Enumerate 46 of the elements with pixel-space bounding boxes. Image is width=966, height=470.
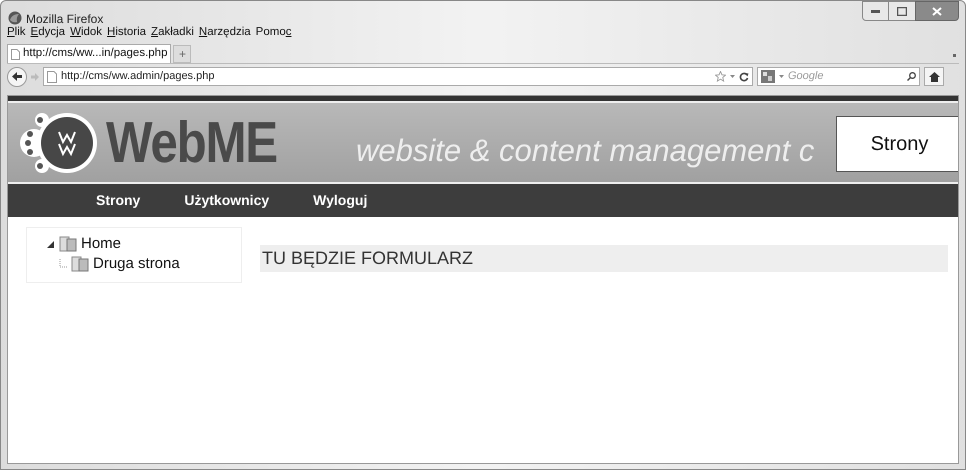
new-tab-button[interactable]: + bbox=[173, 45, 192, 63]
window-title: Mozilla Firefox bbox=[26, 11, 104, 26]
reload-icon[interactable] bbox=[739, 72, 749, 82]
address-text: http://cms/ww.admin/pages.php bbox=[61, 69, 214, 84]
tree-item[interactable]: Home bbox=[81, 232, 122, 256]
tree-item[interactable]: Druga strona bbox=[93, 252, 180, 276]
address-bar[interactable]: http://cms/ww.admin/pages.php bbox=[43, 67, 753, 86]
browser-logo-icon bbox=[8, 11, 22, 25]
page-icon bbox=[47, 70, 57, 82]
home-icon bbox=[928, 72, 940, 82]
menu-item[interactable]: Edycja bbox=[30, 24, 66, 42]
close-button[interactable] bbox=[915, 1, 959, 21]
home-button[interactable] bbox=[924, 67, 944, 86]
tree-connector-icon bbox=[59, 259, 67, 269]
page-title-badge: Strony bbox=[836, 116, 958, 172]
minimize-icon bbox=[871, 10, 880, 12]
menu-item[interactable]: Plik bbox=[7, 24, 26, 42]
nav-link[interactable]: Wyloguj bbox=[313, 190, 368, 211]
page-folder-icon bbox=[59, 236, 77, 252]
back-arrow-icon bbox=[12, 72, 22, 81]
menu-item[interactable]: Narzędzia bbox=[198, 24, 251, 42]
nav-link[interactable]: Użytkownicy bbox=[184, 190, 270, 211]
minimize-button[interactable] bbox=[862, 1, 889, 21]
menu-item[interactable]: Historia bbox=[107, 24, 146, 42]
nav-link[interactable]: Strony bbox=[96, 190, 140, 211]
bookmark-star-icon[interactable] bbox=[715, 71, 726, 82]
menu-item[interactable]: Widok bbox=[70, 24, 102, 42]
menu-item[interactable]: Zakładki bbox=[151, 24, 194, 42]
dropdown-icon[interactable] bbox=[730, 75, 735, 78]
dropdown-icon[interactable] bbox=[779, 75, 784, 78]
search-field[interactable]: Google bbox=[788, 68, 898, 85]
page-icon bbox=[11, 48, 20, 60]
maximize-button[interactable] bbox=[889, 1, 915, 21]
site-logo-text: WebME bbox=[106, 114, 277, 172]
back-button[interactable] bbox=[7, 66, 27, 86]
menu-item[interactable]: Pomoc bbox=[256, 24, 292, 42]
maximize-icon bbox=[897, 6, 907, 16]
content-heading: TU BĘDZIE FORMULARZ bbox=[260, 245, 948, 272]
site-tagline: website & content management c bbox=[356, 135, 814, 166]
browser-tab[interactable]: http://cms/ww...in/pages.php bbox=[7, 44, 172, 63]
search-bar[interactable]: Google bbox=[757, 67, 920, 86]
page-folder-icon bbox=[71, 256, 89, 272]
search-icon[interactable] bbox=[907, 72, 916, 81]
search-engine-icon[interactable] bbox=[761, 70, 775, 83]
collapse-arrow-icon[interactable] bbox=[47, 240, 54, 248]
close-icon bbox=[932, 6, 942, 16]
